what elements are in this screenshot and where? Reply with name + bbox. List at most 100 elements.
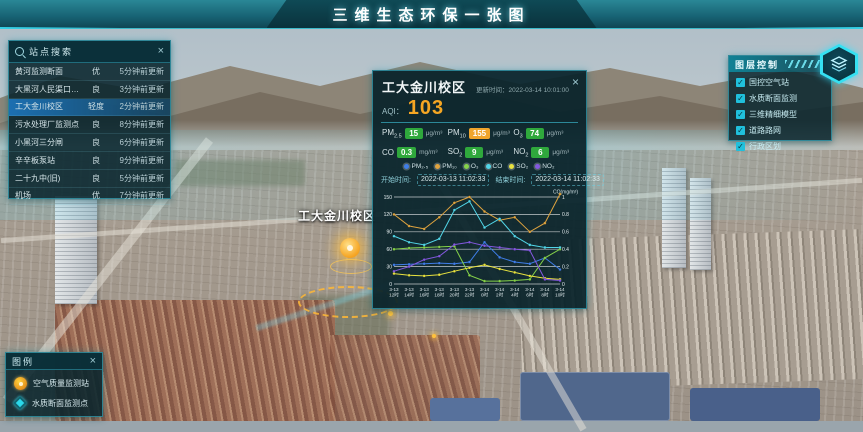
- legend-chip[interactable]: SO₂: [509, 163, 528, 170]
- station-grade: 轻度: [84, 101, 108, 112]
- station-grade: 良: [84, 173, 108, 184]
- pollutant-card: O374μg/m³: [513, 128, 579, 140]
- layers-hexagon-icon[interactable]: [820, 44, 858, 84]
- legend-label: CO: [493, 163, 503, 170]
- station-row[interactable]: 机场优7分钟前更新: [9, 188, 170, 206]
- pollutant-label: NO2: [513, 147, 528, 159]
- marker-halo-ring: [330, 259, 372, 274]
- checkbox-checked-icon[interactable]: ✓: [736, 94, 745, 103]
- layer-label: 水质断面监测: [749, 93, 797, 104]
- pollutant-trend-chart: 030609012015000.20.40.60.81CO(mg/m³)3-13…: [378, 188, 582, 314]
- svg-text:0.6: 0.6: [562, 230, 569, 236]
- title-banner: 三维生态环保一张图: [267, 0, 597, 28]
- svg-text:0.4: 0.4: [562, 247, 569, 253]
- aqi-value: 103: [408, 97, 444, 120]
- station-row[interactable]: 黄河监测断面优5分钟前更新: [9, 63, 170, 81]
- layer-item[interactable]: ✓ 国控空气站: [736, 77, 824, 88]
- close-icon[interactable]: ×: [90, 356, 96, 367]
- legend-label: NO₂: [542, 163, 554, 170]
- industrial-roofs: [430, 398, 500, 421]
- checkbox-checked-icon[interactable]: ✓: [736, 78, 745, 87]
- legend-item: 空气质量监测站: [14, 377, 94, 390]
- station-row[interactable]: 小黑河三分闸良6分钟前更新: [9, 134, 170, 152]
- checkbox-checked-icon[interactable]: ✓: [736, 110, 745, 119]
- pollutant-card: PM10155μg/m³: [448, 128, 514, 140]
- start-time-input[interactable]: 2022-03-13 11:02:33: [417, 174, 489, 186]
- station-grade: 良: [84, 137, 108, 148]
- layer-list: ✓国控空气站✓水质断面监测✓三维精细模型✓道路路网✓行政区划: [729, 77, 831, 152]
- legend-label: PM₂.₅: [411, 163, 428, 170]
- station-row[interactable]: 工大金川校区轻度2分钟前更新: [9, 99, 170, 117]
- time-range-row: 开始时间: 2022-03-13 11:02:33 结束时间: 2022-03-…: [373, 171, 586, 187]
- pollutant-unit: μg/m³: [486, 149, 503, 156]
- station-row[interactable]: 大黑河人民渠口断面良3分钟前更新: [9, 81, 170, 99]
- layer-item[interactable]: ✓ 水质断面监测: [736, 93, 824, 104]
- layer-control-panel: 图层控制 ✓国控空气站✓水质断面监测✓三维精细模型✓道路路网✓行政区划: [728, 55, 832, 141]
- station-detail-popup: 工大金川校区 更新时间：2022-03-14 10:01:00 × AQI： 1…: [372, 70, 587, 309]
- station-update-info: 7分钟前更新: [108, 190, 164, 201]
- legend-list: 空气质量监测站水质断面监测点: [6, 377, 102, 409]
- layer-label: 国控空气站: [749, 77, 789, 88]
- header-accent-line: [0, 27, 120, 29]
- checkbox-checked-icon[interactable]: ✓: [736, 126, 745, 135]
- station-row[interactable]: 辛辛板泵站良9分钟前更新: [9, 152, 170, 170]
- legend-chip[interactable]: NO₂: [535, 163, 554, 170]
- industrial-roofs: [520, 372, 670, 421]
- start-time-label: 开始时间:: [381, 175, 411, 185]
- station-list: 黄河监测断面优5分钟前更新大黑河人民渠口断面良3分钟前更新工大金川校区轻度2分钟…: [9, 63, 170, 205]
- close-icon[interactable]: ×: [572, 76, 579, 88]
- legend-chip[interactable]: PM₂.₅: [404, 163, 428, 170]
- layer-label: 道路路网: [749, 125, 781, 136]
- svg-text:1: 1: [562, 195, 565, 201]
- page-title: 三维生态环保一张图: [332, 4, 530, 25]
- pollutant-unit: μg/m³: [493, 130, 510, 137]
- close-icon[interactable]: ×: [158, 46, 164, 57]
- trend-chart-svg: 030609012015000.20.40.60.81CO(mg/m³)3-13…: [378, 188, 579, 309]
- station-grade: 良: [84, 119, 108, 130]
- legend-dot-icon: [464, 164, 469, 169]
- layer-panel-header: 图层控制: [729, 56, 831, 72]
- pollutant-unit: mg/m³: [419, 149, 437, 156]
- station-dot-icon[interactable]: [432, 334, 436, 338]
- pollutant-value-badge: 74: [526, 128, 544, 139]
- layer-item[interactable]: ✓三维精细模型: [736, 109, 824, 120]
- station-marker-icon[interactable]: [340, 238, 360, 258]
- svg-text:3-1316时: 3-1316时: [419, 287, 429, 298]
- station-name: 黄河监测断面: [15, 66, 84, 77]
- station-update-info: 2分钟前更新: [108, 101, 164, 112]
- pollutant-value-badge: 6: [531, 147, 549, 158]
- pollutant-label: SO2: [448, 147, 463, 159]
- svg-text:0.8: 0.8: [562, 212, 569, 218]
- layer-item[interactable]: ✓ 道路路网: [736, 125, 824, 136]
- legend-chip[interactable]: PM₁₀: [435, 163, 457, 170]
- station-row[interactable]: 污水处理厂监测点良8分钟前更新: [9, 116, 170, 134]
- pollutant-value-badge: 0.3: [397, 147, 416, 158]
- station-name: 机场: [15, 190, 84, 201]
- legend-label: PM₁₀: [442, 163, 457, 170]
- pollutant-card: NO26μg/m³: [513, 147, 579, 159]
- svg-text:30: 30: [386, 265, 392, 271]
- water-section-icon: [13, 396, 27, 410]
- pollutant-value-badge: 15: [405, 128, 423, 139]
- checkbox-checked-icon[interactable]: ✓: [736, 142, 745, 151]
- layer-item[interactable]: ✓ 行政区划: [736, 141, 824, 152]
- legend-chip[interactable]: CO: [486, 163, 503, 170]
- legend-chip[interactable]: O₃: [464, 163, 479, 170]
- legend-panel-title: 图例: [12, 355, 34, 368]
- layer-label: 行政区划: [749, 141, 781, 152]
- svg-text:3-1320时: 3-1320时: [450, 287, 460, 298]
- end-time-input[interactable]: 2022-03-14 11:02:33: [531, 174, 603, 186]
- legend-label: O₃: [471, 163, 479, 170]
- svg-text:3-144时: 3-144时: [510, 287, 520, 298]
- svg-text:3-142时: 3-142时: [495, 287, 505, 298]
- station-name: 小黑河三分闸: [15, 137, 84, 148]
- pollutant-card: CO0.3mg/m³: [382, 147, 448, 159]
- pollutant-label: CO: [382, 148, 394, 157]
- legend-item-label: 空气质量监测站: [33, 378, 89, 389]
- station-row[interactable]: 二十九中(旧)良5分钟前更新: [9, 170, 170, 188]
- legend-dot-icon: [509, 164, 514, 169]
- search-icon: [15, 47, 24, 56]
- end-time-label: 结束时间:: [495, 175, 525, 185]
- station-grade: 优: [84, 66, 108, 77]
- popup-title: 工大金川校区: [382, 77, 466, 96]
